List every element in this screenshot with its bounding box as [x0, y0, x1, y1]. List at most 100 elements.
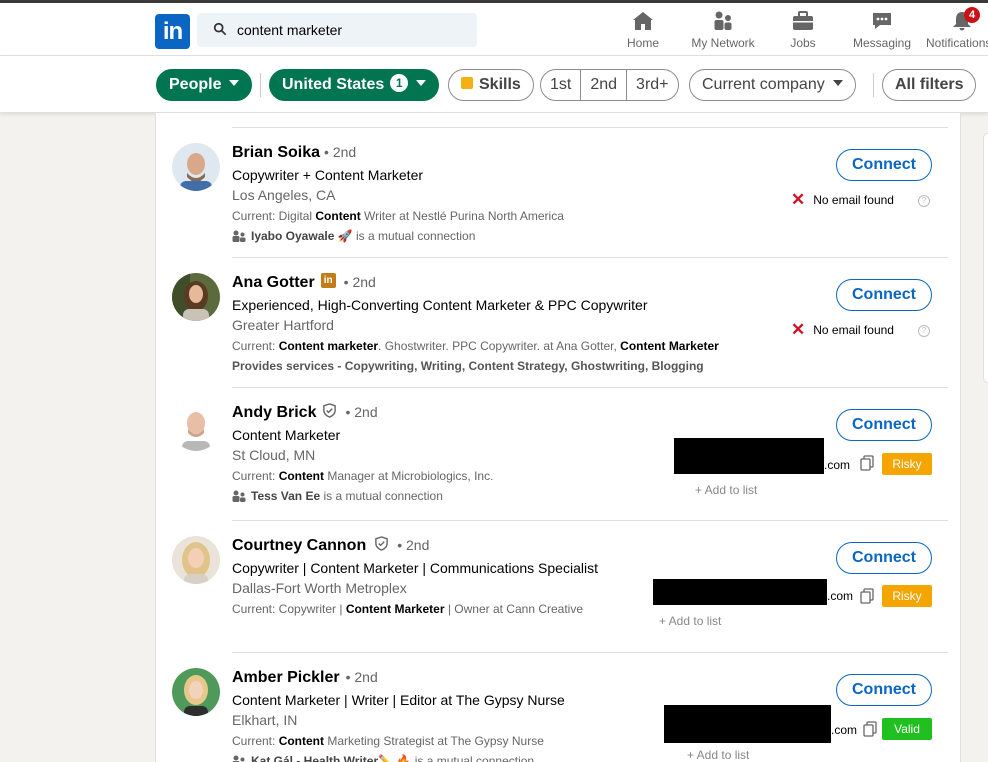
profile-name[interactable]: Brian Soika • 2nd: [232, 144, 356, 162]
search-input[interactable]: [237, 13, 467, 47]
mutual-connection[interactable]: Tess Van Ee is a mutual connection: [232, 489, 443, 503]
connect-button[interactable]: Connect: [836, 542, 932, 574]
side-panel: [983, 133, 988, 383]
row-divider: [232, 257, 948, 258]
name-text[interactable]: Ana Gotter: [232, 274, 315, 291]
redacted-email: [664, 705, 831, 743]
name-text[interactable]: Courtney Cannon: [232, 537, 366, 554]
name-text[interactable]: Brian Soika: [232, 144, 320, 161]
connect-button[interactable]: Connect: [836, 409, 932, 441]
current-company-label: Current company: [702, 76, 825, 93]
profile-location: Los Angeles, CA: [232, 187, 336, 203]
profile-name[interactable]: Ana Gotter in • 2nd: [232, 273, 376, 292]
nav-home[interactable]: Home: [623, 9, 663, 55]
profile-headline: Copywriter | Content Marketer | Communic…: [232, 560, 598, 576]
avatar[interactable]: [172, 536, 220, 584]
caret-down-icon: [416, 79, 427, 86]
avatar[interactable]: [172, 668, 220, 716]
degree-text: • 2nd: [397, 537, 430, 553]
profile-headline: Experienced, High-Converting Content Mar…: [232, 297, 648, 313]
current-position: Current: Content marketer. Ghostwriter. …: [232, 339, 719, 353]
nav-label: Messaging: [852, 36, 912, 50]
all-filters-label: All filters: [895, 76, 964, 93]
avatar[interactable]: [172, 143, 220, 191]
mutual-connection[interactable]: Iyabo Oyawale 🚀 is a mutual connection: [232, 229, 475, 243]
help-icon[interactable]: ?: [917, 325, 930, 337]
profile-location: St Cloud, MN: [232, 447, 316, 463]
verified-shield-icon: [375, 536, 389, 552]
people-filter-label: People: [169, 76, 222, 93]
result-row: Courtney Cannon • 2nd Copywriter | Conten…: [155, 536, 961, 651]
nav-my-network[interactable]: My Network: [686, 9, 760, 55]
connect-button[interactable]: Connect: [836, 149, 932, 181]
nav-label: Notifications: [926, 36, 988, 50]
redacted-email: [653, 579, 827, 605]
add-to-list-link[interactable]: + Add to list: [659, 614, 721, 628]
profile-name[interactable]: Courtney Cannon • 2nd: [232, 536, 430, 555]
search-icon: [213, 22, 227, 36]
all-filters-button[interactable]: All filters: [882, 69, 977, 101]
briefcase-icon: [793, 11, 813, 30]
search-bar[interactable]: [197, 13, 477, 47]
filter-bar: People United States 1 Skills 1st 2nd 3rd…: [0, 56, 988, 113]
nav-notifications[interactable]: 4 Notifications: [926, 7, 988, 55]
result-row: Brian Soika • 2nd Copywriter + Content Ma…: [155, 143, 961, 253]
copy-icon[interactable]: [863, 721, 877, 737]
connect-button[interactable]: Connect: [836, 674, 932, 706]
profile-location: Greater Hartford: [232, 317, 334, 333]
nav-jobs[interactable]: Jobs: [784, 9, 822, 55]
email-status-badge: Risky: [882, 585, 932, 607]
connect-button[interactable]: Connect: [836, 279, 932, 311]
current-position: Current: Content Marketing Strategist at…: [232, 734, 544, 748]
profile-location: Dallas-Fort Worth Metroplex: [232, 580, 407, 596]
avatar[interactable]: [172, 273, 220, 321]
profile-name[interactable]: Andy Brick • 2nd: [232, 403, 378, 422]
current-company-filter-button[interactable]: Current company: [689, 69, 856, 101]
nav-label: My Network: [691, 36, 755, 50]
close-icon: ✕: [791, 320, 806, 339]
messaging-icon: [873, 13, 891, 29]
people-filter-button[interactable]: People: [156, 69, 253, 101]
add-to-list-link[interactable]: + Add to list: [695, 483, 757, 497]
degree-1st-button[interactable]: 1st: [541, 70, 582, 100]
avatar[interactable]: [172, 403, 220, 451]
degree-2nd-button[interactable]: 2nd: [581, 70, 628, 100]
nav-messaging[interactable]: Messaging: [848, 9, 916, 55]
email-domain: .com: [824, 458, 851, 472]
copy-icon[interactable]: [860, 588, 874, 604]
add-to-list-link[interactable]: + Add to list: [687, 748, 749, 762]
name-text[interactable]: Andy Brick: [232, 404, 316, 421]
close-icon: ✕: [791, 190, 806, 209]
nav-label: Jobs: [790, 36, 816, 50]
copy-icon[interactable]: [860, 455, 874, 471]
network-icon: [714, 11, 732, 30]
row-divider: [232, 652, 948, 653]
notification-badge: 4: [964, 7, 980, 23]
location-filter-button[interactable]: United States 1: [269, 69, 440, 101]
profile-location: Elkhart, IN: [232, 712, 298, 728]
divider: [873, 73, 874, 97]
profile-headline: Content Marketer | Writer | Editor at Th…: [232, 692, 565, 708]
profile-name[interactable]: Amber Pickler • 2nd: [232, 669, 378, 687]
linkedin-logo-icon[interactable]: in: [155, 14, 190, 49]
caret-down-icon: [229, 79, 240, 86]
skills-label: Skills: [479, 76, 521, 93]
redacted-email: [674, 438, 824, 474]
result-row: Ana Gotter in • 2nd Experienced, High-Conv…: [155, 273, 961, 383]
current-position: Current: Content Manager at Microbiologi…: [232, 469, 494, 483]
mutual-connection[interactable]: Kat Gál - Health Writer✏️ 🔥 is a mutual …: [232, 754, 534, 762]
email-status: ✕ No email found?: [791, 190, 930, 211]
degree-filter-group: 1st 2nd 3rd+: [540, 69, 679, 101]
profile-headline: Content Marketer: [232, 427, 341, 443]
people-icon: [232, 755, 245, 762]
degree-text: • 2nd: [345, 404, 378, 420]
help-icon[interactable]: ?: [917, 195, 930, 207]
degree-3rd-button[interactable]: 3rd+: [627, 70, 677, 100]
services-text[interactable]: Provides services - Copywriting, Writing…: [232, 359, 704, 373]
verified-shield-icon: [323, 403, 337, 419]
skills-filter-button[interactable]: Skills: [448, 69, 534, 101]
degree-text: • 2nd: [324, 144, 357, 160]
home-icon: [633, 12, 653, 30]
name-text[interactable]: Amber Pickler: [232, 669, 340, 686]
current-position: Current: Copywriter | Content Marketer |…: [232, 602, 584, 616]
